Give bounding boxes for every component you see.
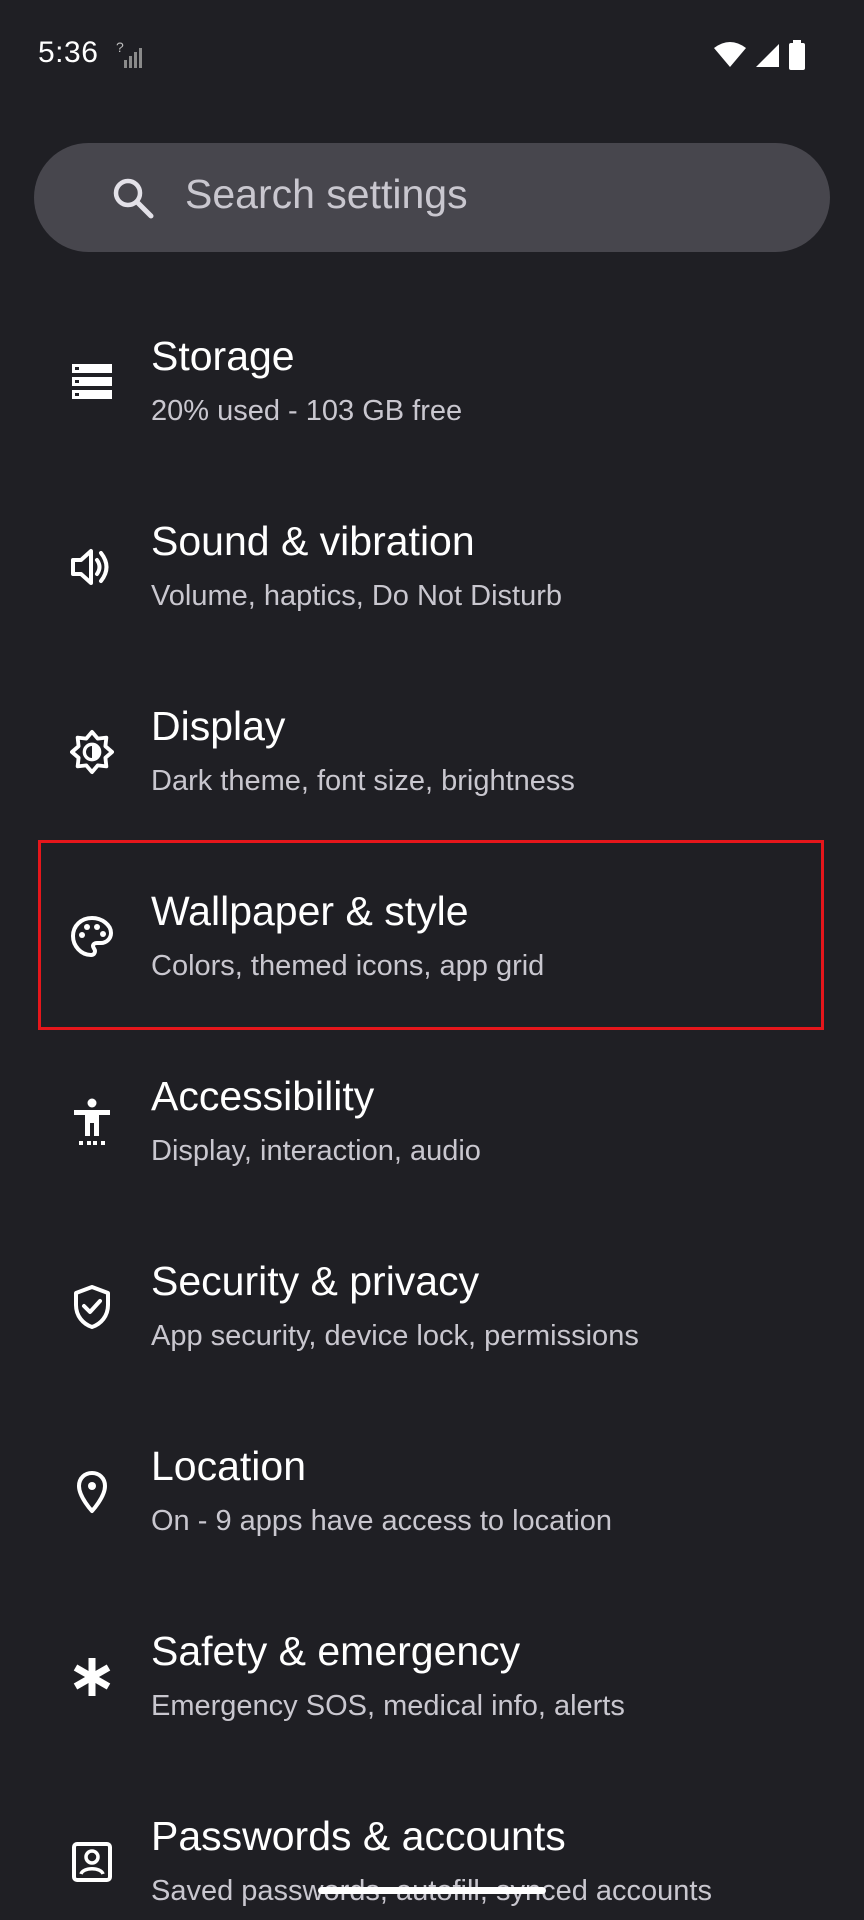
cell-signal-icon bbox=[756, 44, 779, 67]
accessibility-icon bbox=[70, 1098, 114, 1145]
brightness-icon bbox=[70, 730, 114, 774]
settings-list: Storage 20% used - 103 GB free Sound & v… bbox=[0, 300, 864, 1920]
volume-icon bbox=[70, 545, 114, 589]
item-subtitle: Emergency SOS, medical info, alerts bbox=[151, 1690, 625, 1722]
status-icons bbox=[714, 40, 806, 70]
settings-item-safety-emergency[interactable]: Safety & emergency Emergency SOS, medica… bbox=[0, 1595, 864, 1780]
item-title: Display bbox=[151, 703, 286, 749]
search-icon bbox=[113, 178, 154, 219]
item-subtitle: 20% used - 103 GB free bbox=[151, 395, 463, 427]
item-title: Passwords & accounts bbox=[151, 1813, 566, 1859]
settings-item-security-privacy[interactable]: Security & privacy App security, device … bbox=[0, 1225, 864, 1410]
item-title: Security & privacy bbox=[151, 1258, 480, 1304]
item-title: Location bbox=[151, 1443, 307, 1489]
item-title: Sound & vibration bbox=[151, 518, 475, 564]
settings-item-location[interactable]: Location On - 9 apps have access to loca… bbox=[0, 1410, 864, 1595]
search-placeholder: Search settings bbox=[185, 171, 468, 217]
settings-item-storage[interactable]: Storage 20% used - 103 GB free bbox=[0, 300, 864, 485]
search-bar[interactable]: Search settings bbox=[34, 143, 830, 252]
battery-icon bbox=[789, 40, 805, 70]
item-subtitle: Dark theme, font size, brightness bbox=[151, 765, 575, 797]
settings-screen: 5:36 ? Search settings Storage 20% used … bbox=[0, 0, 864, 1920]
shield-check-icon bbox=[70, 1285, 114, 1329]
item-subtitle: App security, device lock, permissions bbox=[151, 1320, 639, 1352]
status-bar: 5:36 ? bbox=[0, 0, 864, 110]
item-title: Wallpaper & style bbox=[151, 888, 469, 934]
status-time: 5:36 bbox=[38, 36, 99, 69]
settings-item-passwords-accounts[interactable]: Passwords & accounts Saved passwords, au… bbox=[0, 1780, 864, 1920]
item-title: Safety & emergency bbox=[151, 1628, 521, 1674]
settings-item-wallpaper-style[interactable]: Wallpaper & style Colors, themed icons, … bbox=[0, 855, 864, 1040]
storage-icon bbox=[70, 360, 114, 404]
item-subtitle: On - 9 apps have access to location bbox=[151, 1505, 613, 1537]
location-pin-icon bbox=[70, 1470, 114, 1514]
item-subtitle: Colors, themed icons, app grid bbox=[151, 950, 545, 982]
item-subtitle: Volume, haptics, Do Not Disturb bbox=[151, 580, 563, 612]
asterisk-icon bbox=[70, 1655, 114, 1699]
account-box-icon bbox=[70, 1840, 114, 1884]
settings-item-sound-vibration[interactable]: Sound & vibration Volume, haptics, Do No… bbox=[0, 485, 864, 670]
gesture-nav-handle[interactable] bbox=[318, 1887, 546, 1894]
settings-item-display[interactable]: Display Dark theme, font size, brightnes… bbox=[0, 670, 864, 855]
item-title: Accessibility bbox=[151, 1073, 375, 1119]
settings-item-accessibility[interactable]: Accessibility Display, interaction, audi… bbox=[0, 1040, 864, 1225]
no-sim-icon: ? bbox=[116, 39, 142, 68]
svg-text:?: ? bbox=[116, 39, 124, 55]
item-subtitle: Display, interaction, audio bbox=[151, 1135, 481, 1167]
item-title: Storage bbox=[151, 333, 295, 379]
wifi-icon bbox=[714, 42, 746, 67]
palette-icon bbox=[70, 915, 114, 959]
